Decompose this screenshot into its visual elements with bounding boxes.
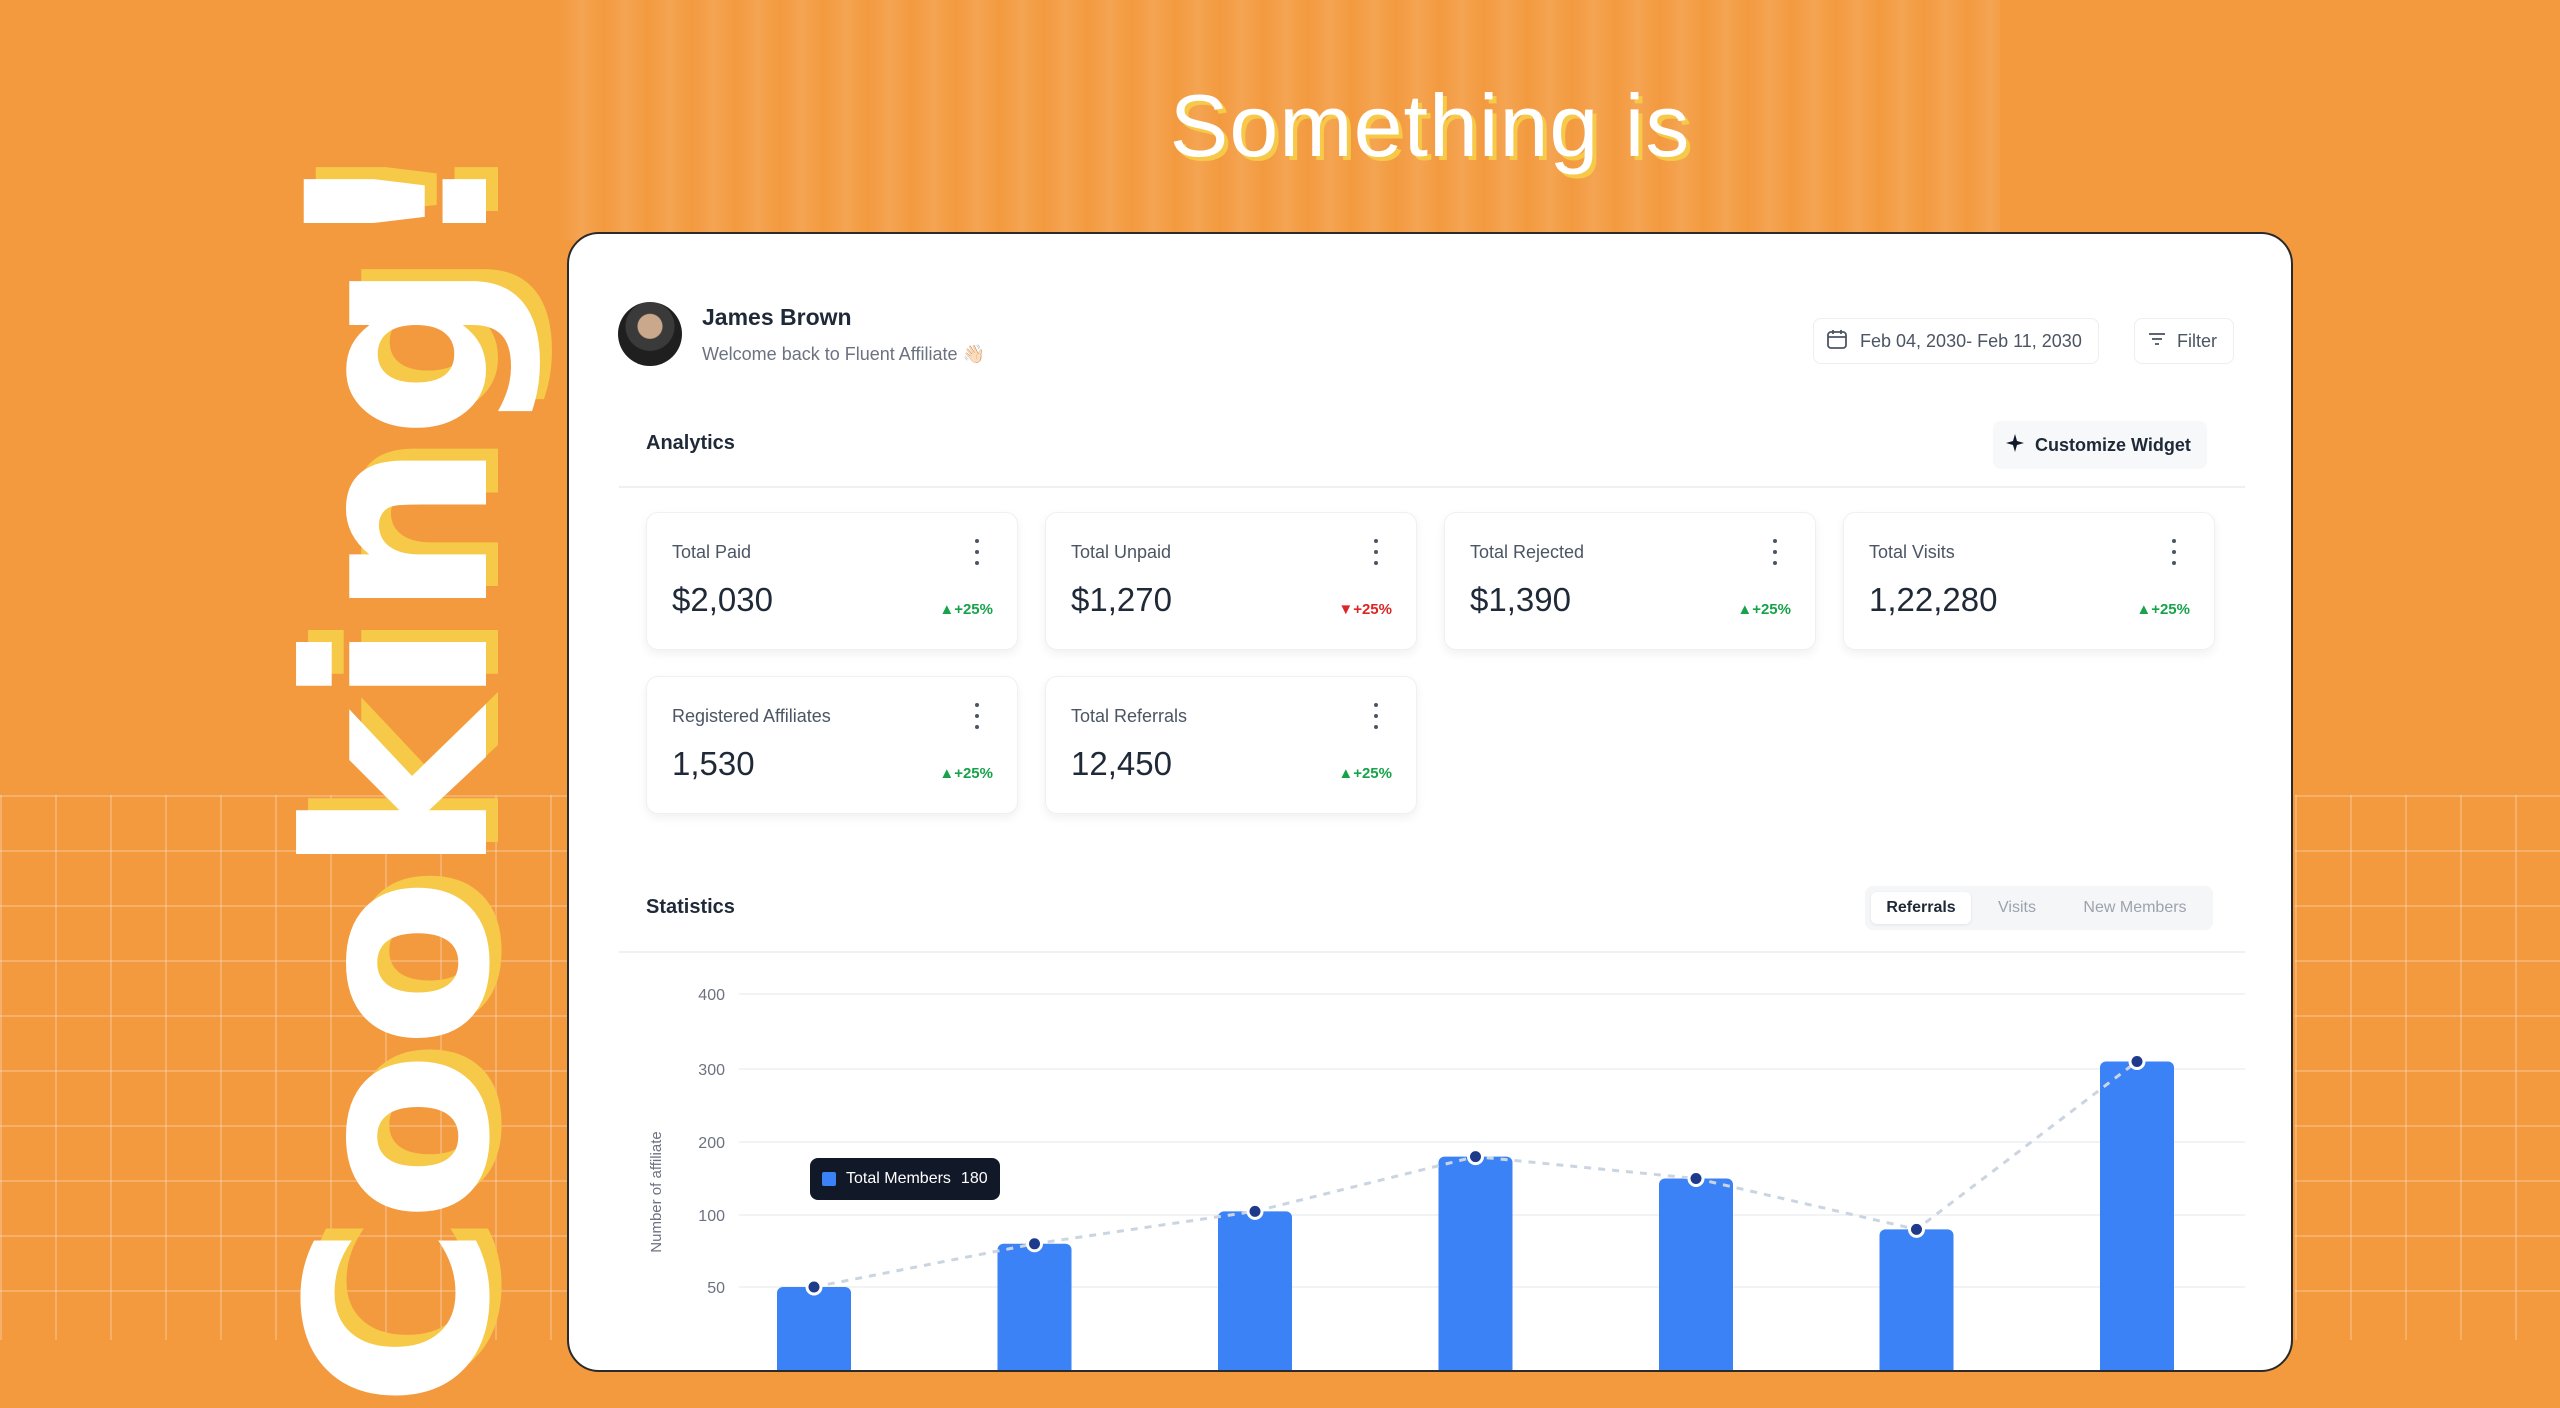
chart-point [1467, 1148, 1484, 1166]
chart-bar [1218, 1211, 1292, 1370]
tooltip-label: Total Members [846, 1170, 951, 1187]
chart-bar [777, 1287, 851, 1370]
chart-point [1246, 1202, 1264, 1220]
chart-tooltip: Total Members 180 [810, 1158, 1000, 1200]
vertical-headline: Cooking! [254, 142, 545, 1408]
statistics-chart: 50 100 200 300 400 Number of affiliate [648, 987, 2245, 1370]
y-tick-label: 300 [698, 1062, 725, 1079]
y-tick-label: 400 [698, 987, 725, 1004]
chart-point [1687, 1170, 1705, 1187]
background-grid-right [2295, 795, 2560, 1340]
chart-point [1908, 1220, 1925, 1238]
chart-bar [2100, 1061, 2174, 1370]
chart-bar [1879, 1229, 1954, 1370]
y-axis-label: Number of affiliate [648, 1131, 665, 1252]
y-tick-label: 50 [707, 1280, 725, 1297]
chart-bar [997, 1243, 1072, 1370]
y-tick-label: 100 [698, 1208, 725, 1225]
chart-point [2128, 1053, 2146, 1070]
tooltip-swatch [822, 1172, 836, 1186]
tooltip-value: 180 [960, 1170, 988, 1187]
dashboard-panel: James Brown Welcome back to Fluent Affil… [567, 232, 2293, 1372]
chart-bar [1659, 1178, 1733, 1370]
chart-point [1026, 1235, 1043, 1253]
y-tick-label: 200 [698, 1135, 725, 1152]
chart-point [805, 1278, 823, 1296]
